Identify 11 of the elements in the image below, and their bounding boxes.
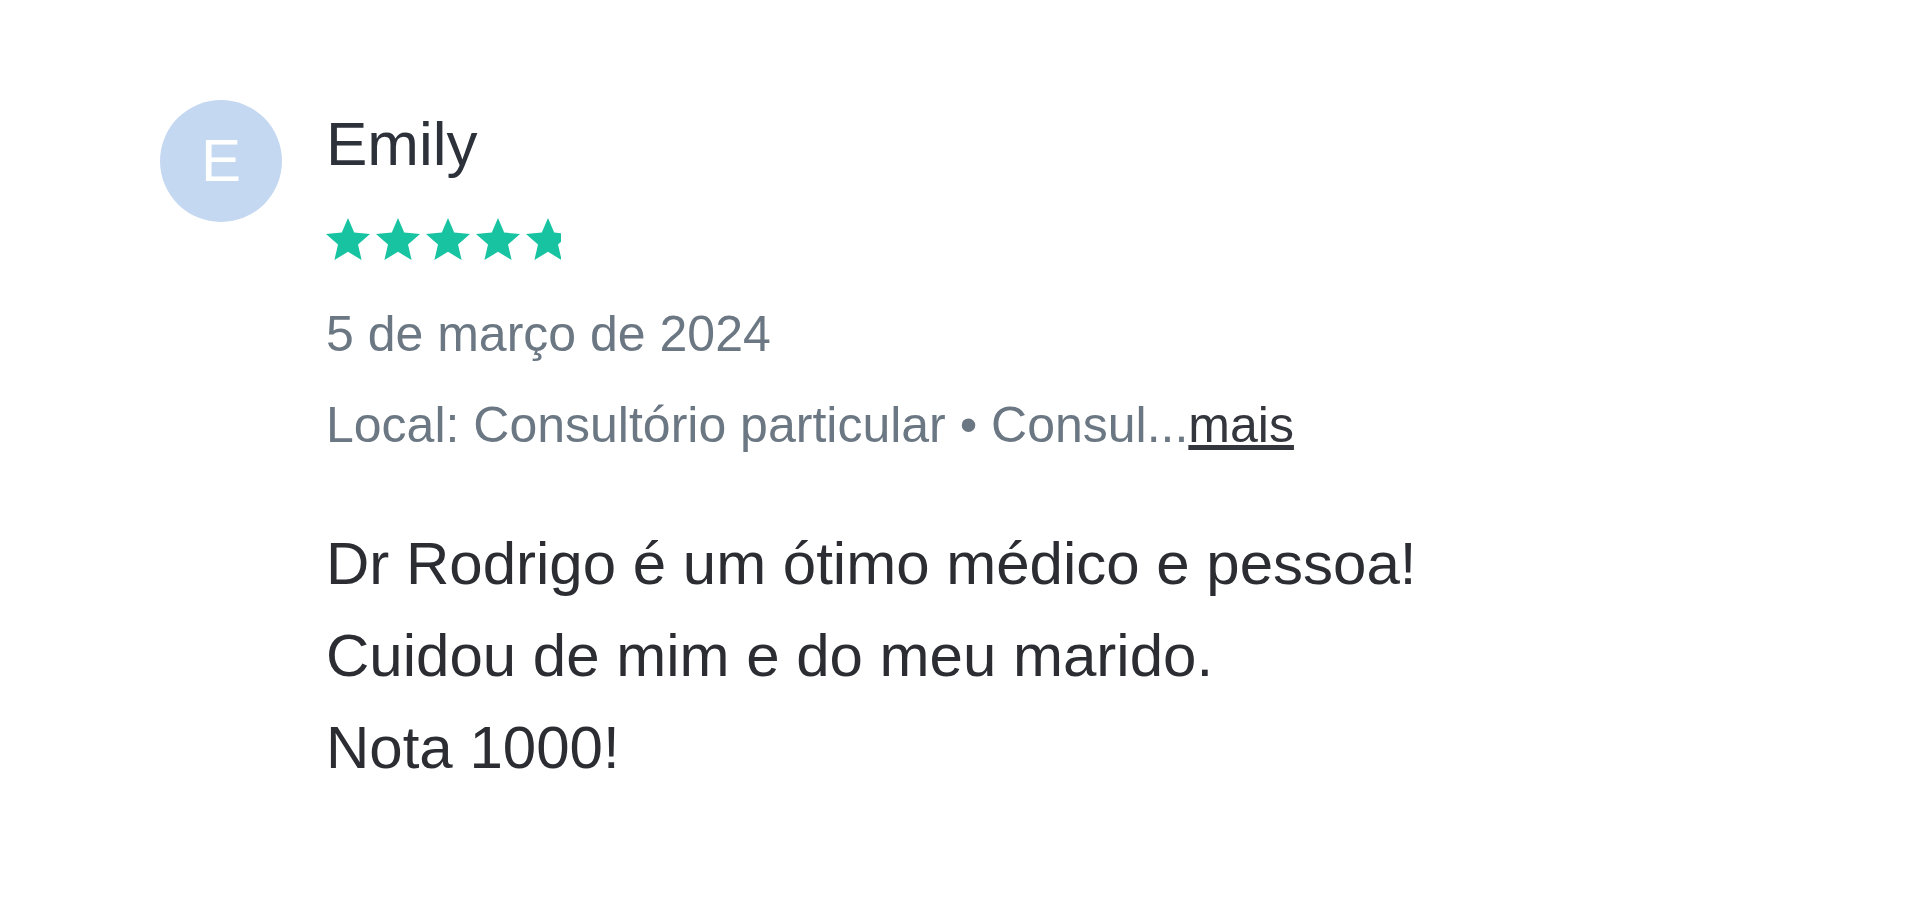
more-link[interactable]: mais <box>1188 397 1294 453</box>
reviewer-name: Emily <box>326 108 478 180</box>
avatar: E <box>160 100 282 222</box>
star-icon <box>326 217 370 261</box>
review-text: Dr Rodrigo é um ótimo médico e pessoa! Cuidou de mim e do meu marido. Nota 1000! <box>326 529 1417 783</box>
partial-star-icon <box>526 217 562 261</box>
visit-details: Local: Consultório particular • Consul...mais <box>326 396 1294 455</box>
review-date: 5 de março de 2024 <box>326 305 771 364</box>
star-icon <box>376 217 420 261</box>
star-icon <box>476 217 520 261</box>
star-icon <box>426 217 470 261</box>
